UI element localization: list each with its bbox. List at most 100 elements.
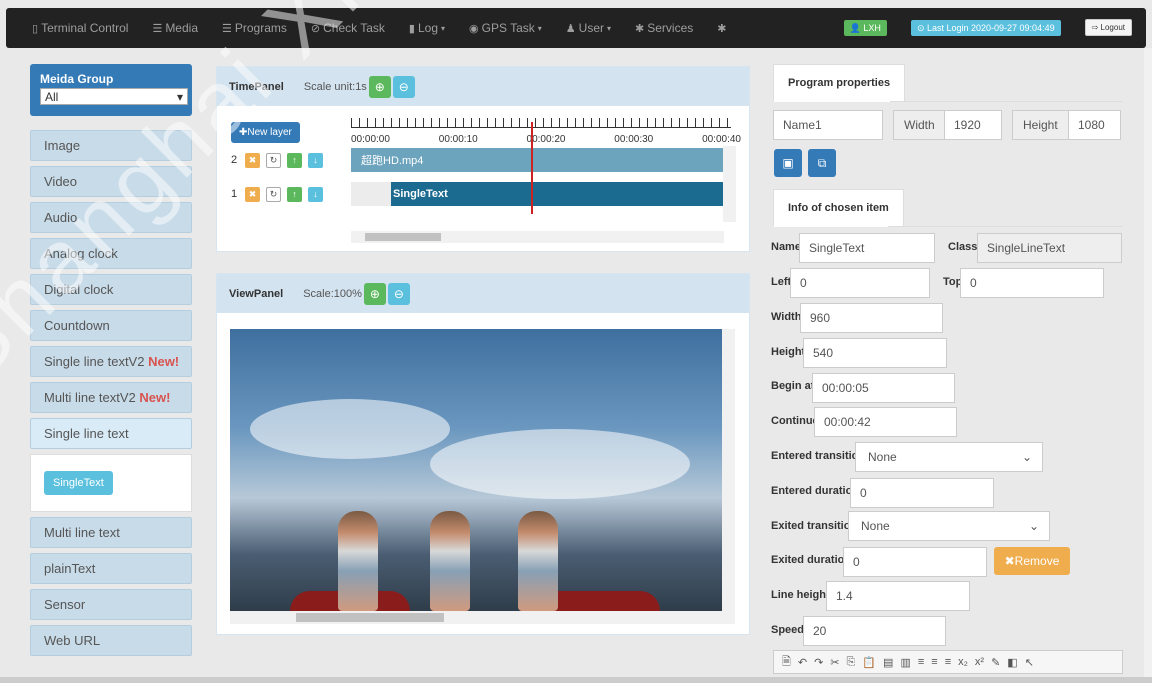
move-down-button[interactable]: ↓ (308, 186, 323, 202)
type-item-web-url[interactable]: Web URL (30, 625, 192, 656)
line-height-input[interactable]: 1.4 (826, 581, 970, 611)
nav-gps-task[interactable]: ◉ GPS Task ▾ (457, 21, 554, 35)
layer-row: 1 ✖ ↻ ↑ ↓ SingleText (221, 181, 736, 207)
continue-input[interactable]: 00:00:42 (814, 407, 957, 437)
type-item-audio[interactable]: Audio (30, 202, 192, 233)
type-item-multi-line-text[interactable]: Multi line text (30, 517, 192, 548)
pointer-icon[interactable]: ↖ (1025, 656, 1034, 669)
align-right-icon[interactable]: ≡ (945, 656, 951, 668)
nav-programs[interactable]: ☰ Programs (210, 21, 299, 35)
nav-media[interactable]: ☰ Media (140, 21, 210, 35)
continue-label: Continue (771, 415, 819, 427)
preview-horizontal-scrollbar[interactable] (230, 611, 735, 624)
preview-canvas[interactable] (230, 329, 735, 611)
paste-icon[interactable]: 📋 (862, 656, 876, 669)
item-name-input[interactable]: SingleText (799, 233, 935, 263)
type-item-sensor[interactable]: Sensor (30, 589, 192, 620)
type-item-plain-text[interactable]: plainText (30, 553, 192, 584)
playhead[interactable] (531, 122, 533, 214)
type-item-countdown[interactable]: Countdown (30, 310, 192, 341)
media-group-select[interactable]: All ▾ (40, 88, 188, 105)
page-horizontal-scrollbar[interactable] (0, 677, 1152, 683)
scroll-thumb[interactable] (296, 613, 444, 622)
type-item-image[interactable]: Image (30, 130, 192, 161)
type-label: Analog clock (44, 246, 118, 261)
nav-extra[interactable]: ✱ (705, 22, 738, 35)
refresh-layer-button[interactable]: ↻ (266, 152, 281, 168)
item-height-input[interactable]: 540 (803, 338, 947, 368)
delete-layer-button[interactable]: ✖ (245, 186, 260, 202)
clean-icon[interactable]: ✎ (991, 656, 1000, 669)
nav-terminal-control[interactable]: ▯ Terminal Control (20, 21, 140, 35)
check-circle-icon: ⊘ (310, 22, 321, 35)
zoom-in-button[interactable]: ⊕ (368, 75, 391, 98)
begin-at-input[interactable]: 00:00:05 (812, 373, 955, 403)
item-left-input[interactable]: 0 (790, 268, 930, 298)
car-shape (540, 591, 660, 611)
scroll-thumb[interactable] (365, 233, 441, 241)
remove-button[interactable]: ✖Remove (994, 547, 1070, 575)
zoom-out-button[interactable]: ⊖ (387, 282, 410, 305)
timeline-clip-text[interactable]: SingleText (351, 182, 724, 206)
zoom-in-button[interactable]: ⊕ (363, 282, 386, 305)
type-item-video[interactable]: Video (30, 166, 192, 197)
save-as-icon[interactable]: ⧉ (808, 149, 836, 177)
item-top-input[interactable]: 0 (960, 268, 1104, 298)
nav-log[interactable]: ▮ Log ▾ (397, 21, 457, 35)
subscript-icon[interactable]: x₂ (958, 656, 968, 668)
entered-duration-input[interactable]: 0 (850, 478, 994, 508)
page-vertical-scrollbar[interactable] (1144, 48, 1152, 683)
move-down-button[interactable]: ↓ (308, 152, 323, 168)
person-figure (430, 511, 470, 611)
delete-layer-button[interactable]: ✖ (245, 152, 260, 168)
new-badge: New! (148, 354, 180, 369)
entered-transition-label: Entered transition (771, 450, 866, 462)
text-color-icon[interactable]: ◧ (1007, 656, 1017, 669)
copy-icon[interactable]: ⎘ (847, 656, 856, 669)
refresh-layer-button[interactable]: ↻ (266, 186, 281, 202)
exited-transition-select[interactable]: None ⌄ (848, 511, 1050, 541)
single-text-button[interactable]: SingleText (44, 471, 113, 495)
logout-button[interactable]: ⇨ Logout (1084, 19, 1132, 36)
timeline-horizontal-scrollbar[interactable] (351, 231, 724, 243)
move-up-button[interactable]: ↑ (287, 186, 302, 202)
exited-duration-input[interactable]: 0 (843, 547, 987, 577)
undo-icon[interactable]: ↶ (798, 656, 807, 669)
chart-icon: ▮ (408, 22, 415, 35)
nav-services[interactable]: ✱ Services (623, 21, 705, 35)
type-item-digital-clock[interactable]: Digital clock (30, 274, 192, 305)
superscript-icon[interactable]: x² (975, 656, 984, 668)
type-item-single-line-text-v2[interactable]: Single line textV2 New! (30, 346, 192, 377)
editor-toolbar: 🗎 ↶ ↷ ✂ ⎘ 📋 ▤ ▥ ≡ ≡ ≡ x₂ x² ✎ ◧ ↖ (773, 650, 1123, 674)
zoom-out-button[interactable]: ⊖ (392, 75, 415, 98)
program-height-input[interactable]: 1080 (1068, 110, 1121, 140)
tab-info-chosen-item[interactable]: Info of chosen item (773, 189, 904, 227)
type-label: Multi line textV2 (44, 390, 136, 405)
type-item-single-line-text[interactable]: Single line text (30, 418, 192, 449)
nav-check-task[interactable]: ⊘ Check Task (299, 21, 397, 35)
timeline-vertical-scrollbar[interactable] (723, 146, 736, 222)
program-name-input[interactable]: Name1 (773, 110, 883, 140)
align-center-icon[interactable]: ≡ (931, 656, 937, 668)
type-item-analog-clock[interactable]: Analog clock (30, 238, 192, 269)
paste-word-icon[interactable]: ▥ (900, 656, 910, 669)
tab-program-properties[interactable]: Program properties (773, 64, 906, 102)
time-label: 00:00:30 (614, 134, 654, 145)
save-icon[interactable]: ▣ (774, 149, 802, 177)
item-width-input[interactable]: 960 (800, 303, 943, 333)
redo-icon[interactable]: ↷ (814, 656, 823, 669)
align-left-icon[interactable]: ≡ (918, 656, 924, 668)
program-width-input[interactable]: 1920 (944, 110, 1002, 140)
type-item-multi-line-text-v2[interactable]: Multi line textV2 New! (30, 382, 192, 413)
move-up-button[interactable]: ↑ (287, 152, 302, 168)
entered-transition-select[interactable]: None ⌄ (855, 442, 1043, 472)
new-layer-button[interactable]: ✚New layer (231, 122, 300, 143)
nav-user[interactable]: ♟ User ▾ (554, 21, 623, 35)
timeline-clip-video[interactable]: 超跑HD.mp4 (351, 148, 724, 172)
source-icon[interactable]: 🗎 (782, 653, 791, 672)
cut-icon[interactable]: ✂ (830, 656, 839, 669)
preview-vertical-scrollbar[interactable] (722, 329, 735, 611)
speed-input[interactable]: 20 (803, 616, 946, 646)
paste-text-icon[interactable]: ▤ (883, 656, 893, 669)
type-label: Digital clock (44, 282, 114, 297)
